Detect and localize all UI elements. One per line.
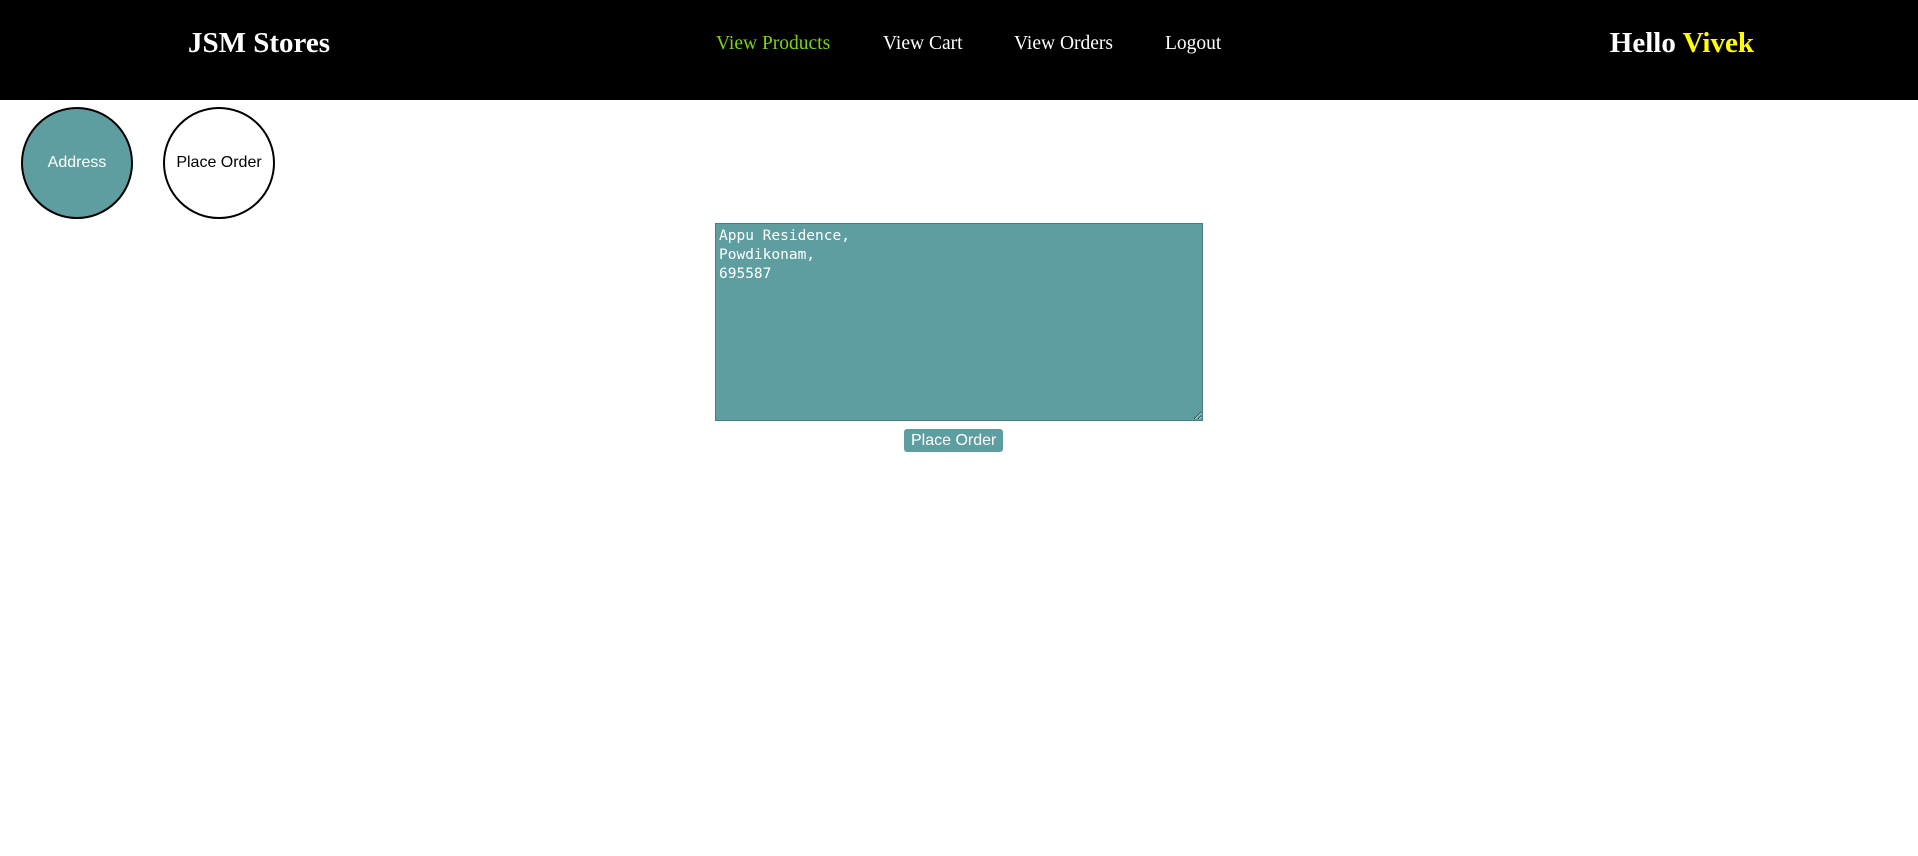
nav-view-products[interactable]: View Products: [716, 33, 830, 55]
greeting-prefix: Hello: [1609, 27, 1676, 59]
brand-title: JSM Stores: [188, 27, 331, 59]
top-navbar: JSM Stores View Products View Cart View …: [0, 0, 1918, 100]
user-greeting: Hello Vivek: [1610, 27, 1754, 60]
step-address-label: Address: [47, 154, 107, 171]
address-textarea[interactable]: [715, 223, 1203, 421]
username: Vivek: [1682, 27, 1754, 59]
nav-logout[interactable]: Logout: [1165, 33, 1221, 55]
step-place-order-label: Place Order: [176, 154, 262, 171]
nav-view-cart[interactable]: View Cart: [883, 33, 963, 55]
nav-view-orders[interactable]: View Orders: [1014, 33, 1113, 55]
step-address[interactable]: Address: [21, 107, 133, 219]
place-order-button[interactable]: Place Order: [904, 429, 1004, 452]
step-place-order[interactable]: Place Order: [163, 107, 275, 219]
